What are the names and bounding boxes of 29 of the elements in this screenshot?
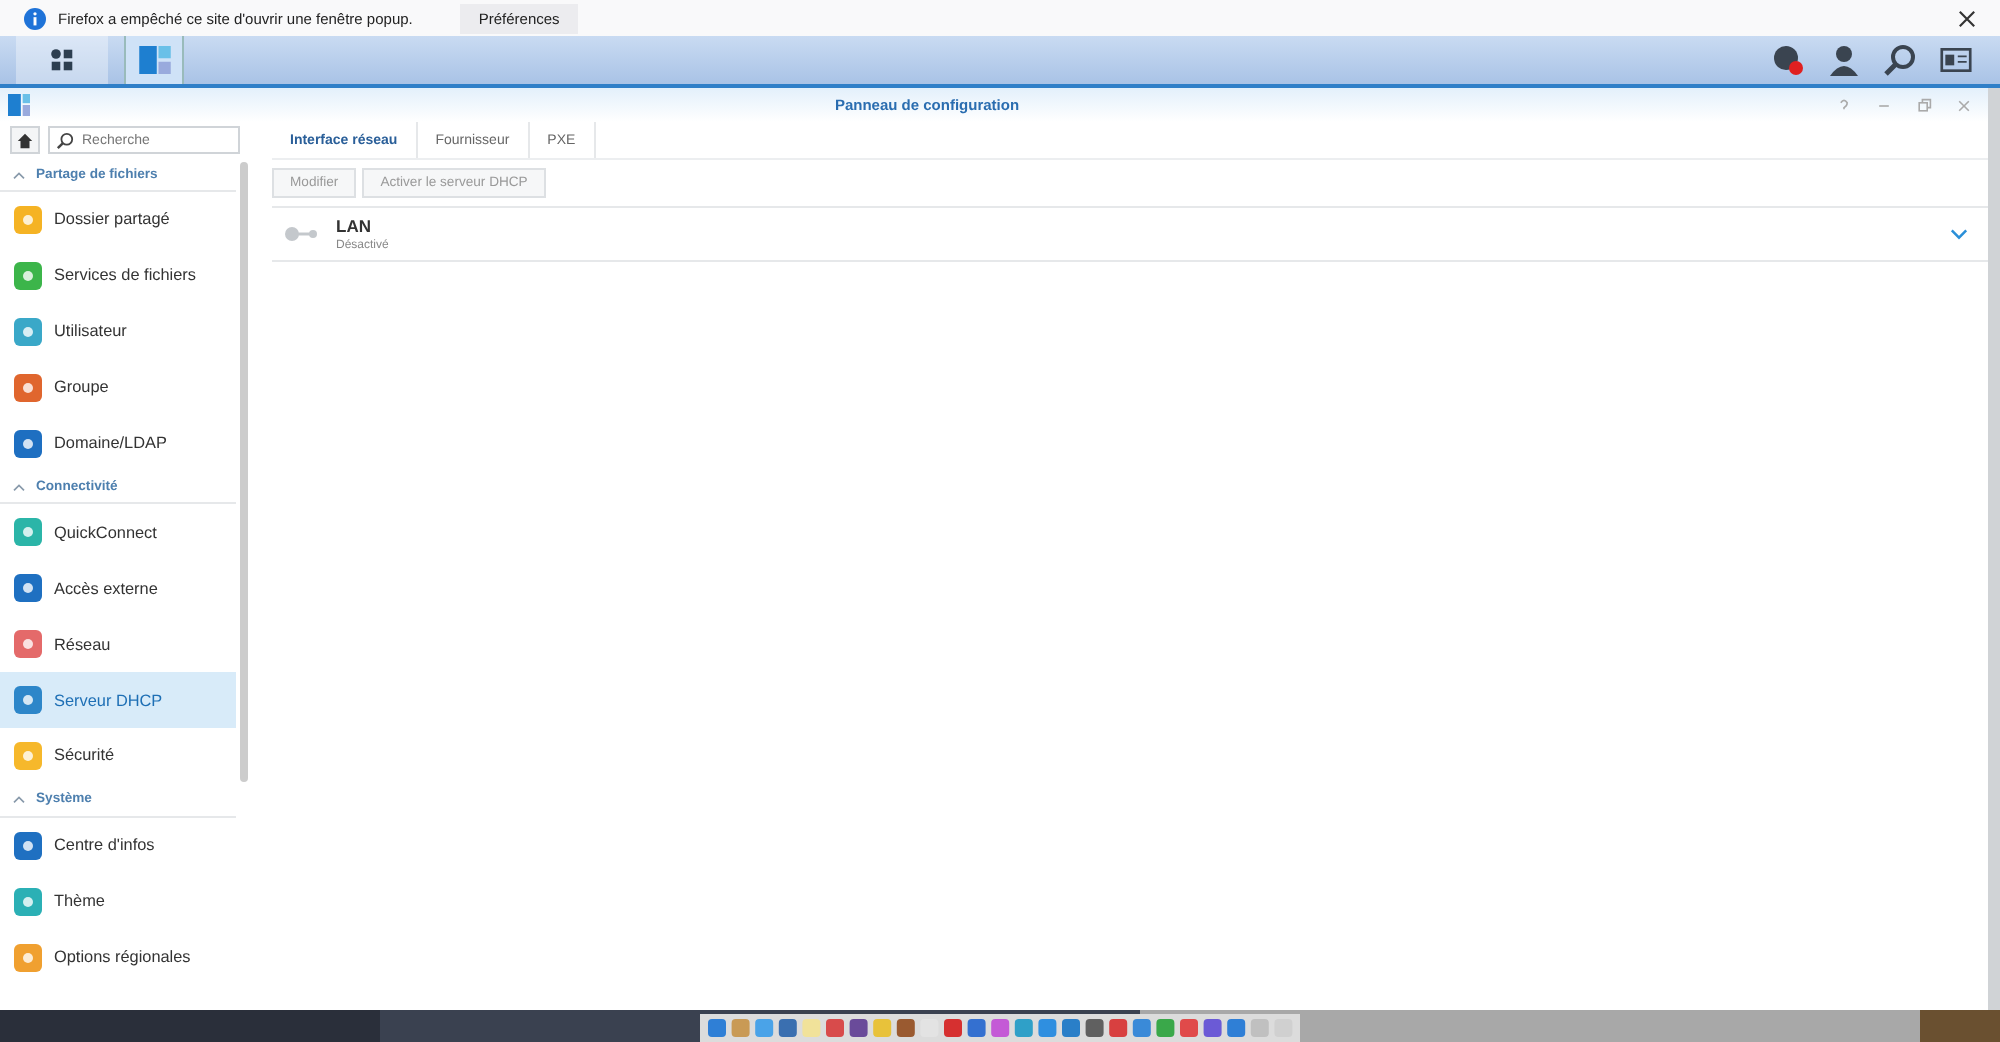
sidebar-item[interactable]: Serveur DHCP: [0, 672, 236, 729]
sidebar-item[interactable]: Groupe: [0, 359, 236, 416]
interface-name: LAN: [336, 216, 373, 236]
close-icon[interactable]: [1958, 9, 1976, 27]
chevron-icon: [12, 169, 26, 179]
search-icon: [56, 131, 74, 149]
sidebar-item[interactable]: Sécurité: [0, 728, 236, 784]
scrollbar[interactable]: [240, 162, 248, 782]
sidebar-item[interactable]: Services de fichiers: [0, 247, 236, 304]
chevron-icon[interactable]: [1950, 228, 1968, 240]
sidebar-item[interactable]: Options régionales: [0, 929, 236, 986]
dock-drawing[interactable]: [700, 1014, 1300, 1042]
chevron-icon: [12, 794, 26, 805]
sidebar-item[interactable]: Centre d'infos: [0, 817, 236, 874]
search-icon[interactable]: [1884, 44, 1916, 76]
grid-icon: [50, 48, 74, 72]
sidebar-item[interactable]: Utilisateur: [0, 303, 236, 360]
sidebar-item[interactable]: QuickConnect: [0, 504, 236, 561]
control-panel-icon: [137, 46, 171, 74]
sidebar-item[interactable]: Thème: [0, 873, 236, 930]
sidebar-item[interactable]: Accès externe: [0, 560, 236, 617]
chat-icon[interactable]: [1772, 44, 1804, 76]
chevron-icon: [12, 481, 26, 492]
sidebar-item[interactable]: Dossier partagé: [0, 192, 236, 248]
taskbar-app[interactable]: [16, 36, 108, 84]
control-panel-icon: [8, 94, 30, 116]
sidebar-item[interactable]: Réseau: [0, 616, 236, 673]
home-button[interactable]: [10, 126, 40, 154]
sidebar-item[interactable]: Domaine/LDAP: [0, 415, 236, 471]
